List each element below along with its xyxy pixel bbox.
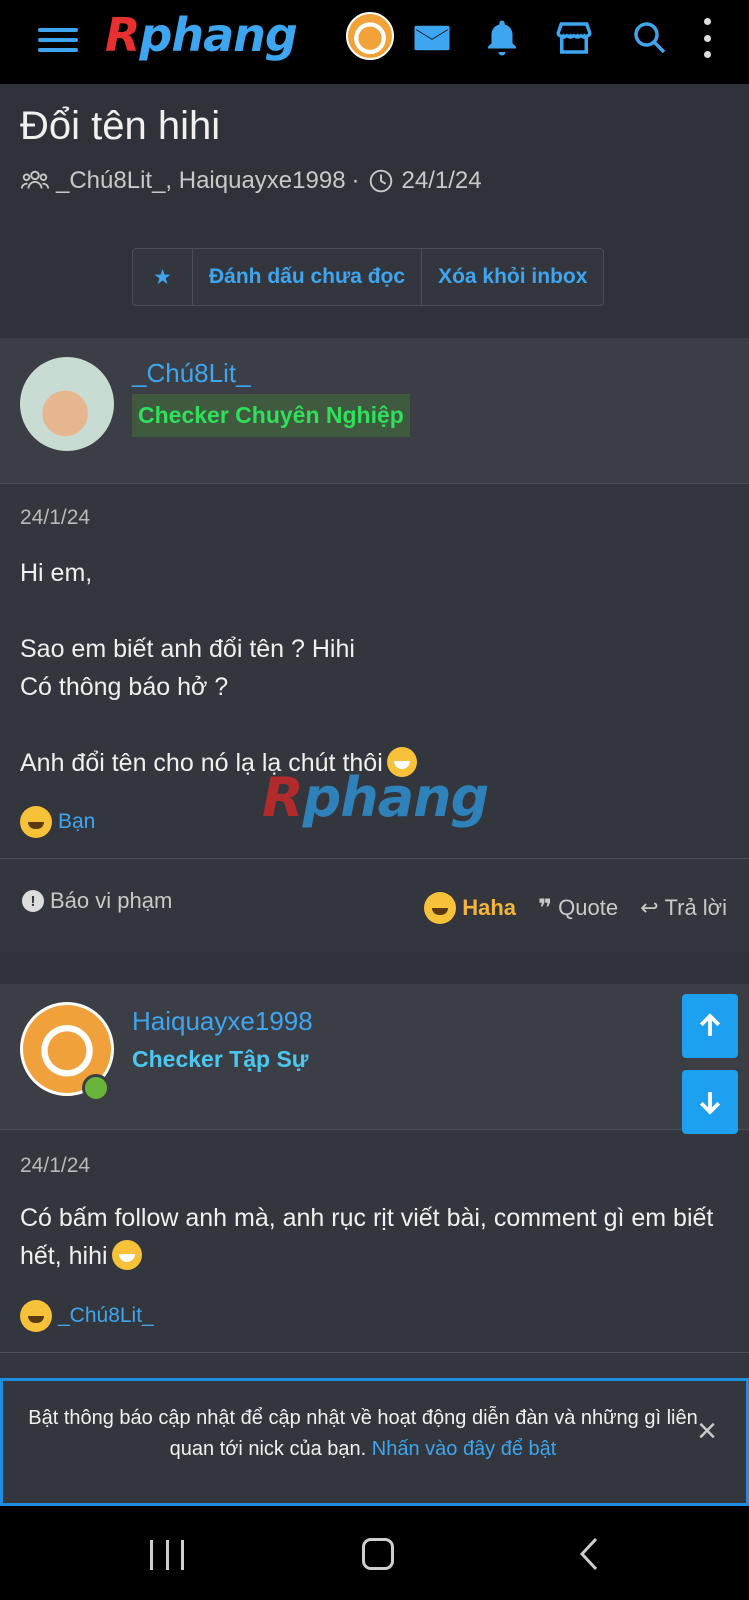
- reply-label: Trả lời: [664, 895, 728, 920]
- post-body: Có bấm follow anh mà, anh rục rịt viết b…: [20, 1199, 730, 1275]
- top-bar: Rphang: [0, 0, 749, 84]
- post-author[interactable]: _Chú8Lit_: [132, 358, 251, 389]
- post-date[interactable]: 24/1/24: [20, 506, 90, 530]
- quote-button[interactable]: ❞ Quote: [538, 894, 618, 923]
- report-label: Báo vi phạm: [50, 888, 173, 913]
- avatar[interactable]: [20, 357, 114, 451]
- system-nav-bar: [0, 1506, 749, 1600]
- haha-emoji-icon: [20, 806, 52, 838]
- haha-emoji-icon: [20, 1300, 52, 1332]
- thread-meta: _Chú8Lit_, Haiquayxe1998 · 24/1/24: [20, 166, 482, 196]
- user-rank-badge: Checker Tập Sự: [132, 1046, 309, 1072]
- post-date[interactable]: 24/1/24: [20, 1154, 90, 1178]
- reaction-user[interactable]: _Chú8Lit_: [58, 1304, 154, 1328]
- reaction-summary[interactable]: Bạn: [20, 806, 95, 838]
- store-icon[interactable]: [550, 14, 598, 62]
- arrow-up-icon: [699, 1013, 721, 1036]
- mark-unread-button[interactable]: Đánh dấu chưa đọc: [193, 249, 423, 305]
- quote-icon: ❞: [538, 894, 553, 922]
- user-avatar[interactable]: [346, 12, 394, 60]
- online-status-icon: [82, 1074, 110, 1102]
- push-notification-notice: Bật thông báo cập nhật để cập nhật về ho…: [0, 1378, 749, 1506]
- logo-letter: R: [105, 8, 140, 62]
- home-icon[interactable]: [362, 1538, 394, 1570]
- divider: [0, 1352, 749, 1353]
- remove-inbox-button[interactable]: Xóa khỏi inbox: [422, 249, 603, 305]
- clock-icon: [369, 169, 392, 193]
- user-rank-badge: Checker Chuyên Nghiệp: [132, 394, 410, 437]
- arrow-down-icon: [699, 1092, 721, 1115]
- thread-action-bar: ★ Đánh dấu chưa đọc Xóa khỏi inbox: [132, 248, 605, 306]
- post-line: Sao em biết anh đổi tên ? Hihi: [20, 635, 355, 663]
- watermark-letter: R: [262, 766, 304, 829]
- reply-button[interactable]: ↩ Trả lời: [640, 895, 727, 921]
- notice-text: Bật thông báo cập nhật để cập nhật về ho…: [23, 1403, 703, 1465]
- haha-emoji-icon: [424, 892, 457, 924]
- post-author[interactable]: Haiquayxe1998: [132, 1006, 313, 1037]
- grimace-emoji-icon: [111, 1240, 142, 1270]
- logo-word: phang: [139, 8, 297, 62]
- haha-label: Haha: [462, 895, 517, 920]
- haha-button[interactable]: Haha: [424, 892, 516, 924]
- reaction-summary[interactable]: _Chú8Lit_: [20, 1300, 154, 1332]
- back-icon[interactable]: [578, 1536, 600, 1572]
- close-icon[interactable]: ×: [693, 1414, 721, 1448]
- enable-notifications-link[interactable]: Nhấn vào đây để bật: [372, 1438, 557, 1460]
- menu-icon[interactable]: [38, 20, 78, 60]
- star-button[interactable]: ★: [133, 249, 193, 305]
- alert-icon: !: [22, 890, 44, 912]
- site-logo[interactable]: Rphang: [105, 8, 298, 62]
- bell-icon[interactable]: [478, 14, 526, 62]
- participants[interactable]: _Chú8Lit_, Haiquayxe1998: [56, 167, 346, 195]
- post-line: Hi em,: [20, 559, 93, 587]
- divider: [0, 858, 749, 859]
- quote-label: Quote: [558, 895, 619, 920]
- meta-separator: ·: [351, 167, 360, 194]
- recent-apps-icon[interactable]: [150, 1540, 184, 1570]
- reaction-user[interactable]: Bạn: [58, 810, 95, 834]
- users-icon: [20, 170, 50, 189]
- reply-icon: ↩: [640, 895, 659, 920]
- search-icon[interactable]: [626, 14, 674, 62]
- report-button[interactable]: ! Báo vi phạm: [22, 888, 172, 914]
- thread-date: 24/1/24: [401, 167, 482, 194]
- post-line: Có thông báo hở ?: [20, 673, 229, 701]
- watermark-word: phang: [302, 766, 490, 829]
- mail-icon[interactable]: [408, 14, 456, 62]
- post-body: Hi em, Sao em biết anh đổi tên ? Hihi Có…: [20, 554, 417, 782]
- notice-message: Bật thông báo cập nhật để cập nhật về ho…: [28, 1407, 698, 1460]
- scroll-down-button[interactable]: [682, 1070, 738, 1134]
- kebab-menu-icon[interactable]: [700, 18, 714, 58]
- thread-title: Đổi tên hihi: [20, 104, 221, 148]
- post-actions: Haha ❞ Quote ↩ Trả lời: [424, 892, 727, 924]
- scroll-up-button[interactable]: [682, 994, 738, 1058]
- watermark-logo: Rphang: [262, 766, 490, 829]
